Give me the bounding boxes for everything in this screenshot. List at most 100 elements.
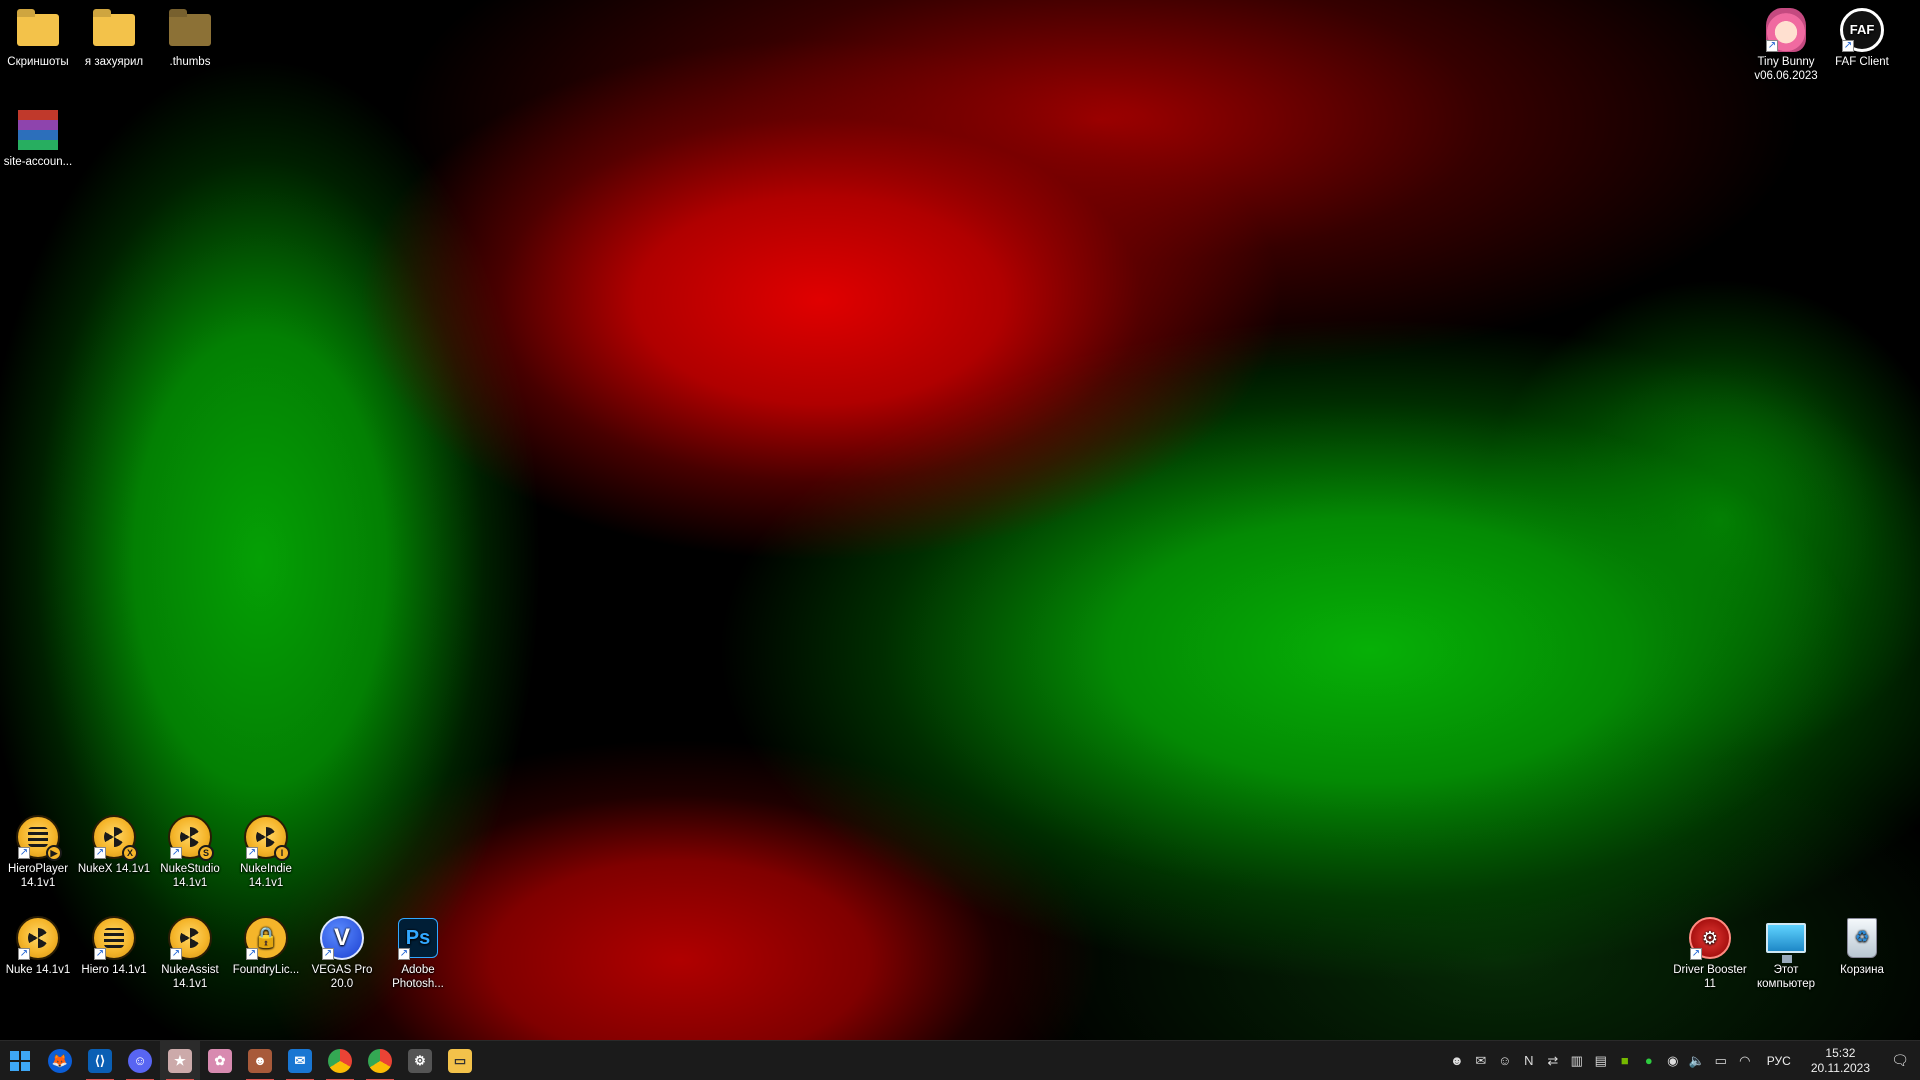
monitor-icon bbox=[1764, 916, 1808, 963]
icon-label: я захуярил bbox=[84, 56, 144, 68]
desktop-icon-vegas[interactable]: V ↗ VEGAS Pro 20.0 bbox=[304, 916, 380, 991]
shortcut-arrow-icon: ↗ bbox=[170, 948, 182, 960]
shortcut-arrow-icon: ↗ bbox=[170, 847, 182, 859]
desktop-icon-nukex[interactable]: X ↗ NukeX 14.1v1 bbox=[76, 815, 152, 876]
start-button[interactable] bbox=[0, 1041, 40, 1080]
tray-meter-icon[interactable]: ▥ bbox=[1565, 1041, 1589, 1080]
desktop-icon-faf-client[interactable]: FAF ↗ FAF Client bbox=[1824, 8, 1900, 69]
windows-start-icon bbox=[10, 1050, 30, 1071]
icon-label: Этот компьютер bbox=[1757, 964, 1815, 990]
shortcut-arrow-icon: ↗ bbox=[246, 948, 258, 960]
desktop-icon-this-pc[interactable]: Этот компьютер bbox=[1748, 916, 1824, 991]
taskbar-settings[interactable]: ⚙ bbox=[400, 1041, 440, 1080]
taskbar-discord[interactable]: ☺ bbox=[120, 1041, 160, 1080]
desktop-icon-hieroplayer[interactable]: ▶ ↗ HieroPlayer 14.1v1 bbox=[0, 815, 76, 890]
hieroplayer-icon: ▶ ↗ bbox=[16, 815, 62, 861]
taskbar-chrome-2[interactable] bbox=[360, 1041, 400, 1080]
icon-label: NukeStudio 14.1v1 bbox=[160, 863, 220, 889]
icon-label: Adobe Photosh... bbox=[392, 964, 444, 990]
shortcut-arrow-icon: ↗ bbox=[1766, 40, 1778, 52]
game-icon-2: ✿ bbox=[208, 1048, 232, 1073]
system-tray: ☻ ✉ ☺ N ⇄ ▥ ▤ ■ ● ◉ 🔈 ▭ ◠ РУС 15:32 20.1… bbox=[1445, 1041, 1920, 1080]
chrome-icon bbox=[328, 1048, 352, 1073]
clock-date: 20.11.2023 bbox=[1810, 1060, 1870, 1075]
winrar-archive-icon bbox=[16, 108, 60, 152]
shortcut-arrow-icon: ↗ bbox=[1690, 948, 1702, 960]
desktop-icon-ya-zakhuyaril[interactable]: я захуярил bbox=[76, 8, 152, 69]
icon-label: Корзина bbox=[1840, 964, 1884, 976]
icon-label: Скриншоты bbox=[7, 56, 69, 68]
icon-label: Hiero 14.1v1 bbox=[81, 964, 147, 976]
shortcut-arrow-icon: ↗ bbox=[398, 948, 410, 960]
desktop-icon-photoshop[interactable]: Ps ↗ Adobe Photosh... bbox=[380, 916, 456, 991]
tray-outlook-icon[interactable]: ✉ bbox=[1469, 1041, 1493, 1080]
driver-booster-icon: ⚙ ↗ bbox=[1688, 916, 1732, 960]
desktop-icon-screenshots[interactable]: Скриншоты bbox=[0, 8, 76, 69]
icon-label: site-accoun... bbox=[3, 156, 73, 168]
shortcut-arrow-icon: ↗ bbox=[18, 948, 30, 960]
photoshop-icon: Ps ↗ bbox=[396, 916, 440, 960]
shortcut-arrow-icon: ↗ bbox=[94, 948, 106, 960]
desktop-icon-nukeassist[interactable]: ↗ NukeAssist 14.1v1 bbox=[152, 916, 228, 991]
desktop-icon-site-account[interactable]: site-accoun... bbox=[0, 108, 76, 169]
notification-center-icon[interactable]: 🗨 bbox=[1880, 1041, 1920, 1080]
tray-game-icon[interactable]: ☻ bbox=[1445, 1041, 1469, 1080]
taskbar-game-3[interactable]: ☻ bbox=[240, 1041, 280, 1080]
anime-girl-icon: ↗ bbox=[1764, 8, 1808, 52]
desktop-icon-hiero[interactable]: ↗ Hiero 14.1v1 bbox=[76, 916, 152, 977]
taskbar-game-1[interactable]: ★ bbox=[160, 1040, 200, 1080]
icon-label: NukeX 14.1v1 bbox=[77, 863, 151, 875]
icon-label: FAF Client bbox=[1835, 56, 1889, 68]
nukex-icon: X ↗ bbox=[92, 815, 138, 861]
tray-sync-icon[interactable]: ⇄ bbox=[1541, 1041, 1565, 1080]
desktop-icon-tiny-bunny[interactable]: ↗ Tiny Bunny v06.06.2023 bbox=[1748, 8, 1824, 83]
taskbar: 🦊 ⟨⟩ ☺ ★ ✿ ☻ ✉ ⚙ ▭ ☻ ✉ ☺ N ⇄ ▥ ▤ ■ ● ◉ 🔈… bbox=[0, 1040, 1920, 1080]
tray-nvidia-icon[interactable]: ■ bbox=[1613, 1041, 1637, 1080]
desktop-icon-nukeindie[interactable]: I ↗ NukeIndie 14.1v1 bbox=[228, 815, 304, 890]
taskbar-file-explorer[interactable]: ▭ bbox=[440, 1041, 480, 1080]
desktop-icon-driver-booster[interactable]: ⚙ ↗ Driver Booster 11 bbox=[1672, 916, 1748, 991]
icon-label: Tiny Bunny v06.06.2023 bbox=[1754, 56, 1818, 82]
clock[interactable]: 15:32 20.11.2023 bbox=[1801, 1046, 1880, 1076]
game-icon-3: ☻ bbox=[248, 1048, 272, 1073]
icon-label: NukeIndie 14.1v1 bbox=[240, 863, 292, 889]
nukeindie-icon: I ↗ bbox=[244, 815, 290, 861]
language-indicator[interactable]: РУС bbox=[1757, 1054, 1801, 1068]
tray-volume-icon[interactable]: 🔈 bbox=[1685, 1041, 1709, 1080]
desktop-icon-nuke[interactable]: ↗ Nuke 14.1v1 bbox=[0, 916, 76, 977]
desktop-icon-nukestudio[interactable]: S ↗ NukeStudio 14.1v1 bbox=[152, 815, 228, 890]
folder-icon bbox=[16, 8, 60, 52]
shortcut-arrow-icon: ↗ bbox=[1842, 40, 1854, 52]
shortcut-arrow-icon: ↗ bbox=[322, 948, 334, 960]
tray-battery-icon[interactable]: ▭ bbox=[1709, 1041, 1733, 1080]
desktop-icon-thumbs[interactable]: .thumbs bbox=[152, 8, 228, 69]
tray-steam-icon[interactable]: ◉ bbox=[1661, 1041, 1685, 1080]
hiero-icon: ↗ bbox=[92, 916, 136, 960]
nukestudio-icon: S ↗ bbox=[168, 815, 214, 861]
taskbar-vscode[interactable]: ⟨⟩ bbox=[80, 1041, 120, 1080]
settings-icon: ⚙ bbox=[408, 1048, 432, 1073]
tray-card-icon[interactable]: ▤ bbox=[1589, 1041, 1613, 1080]
shortcut-arrow-icon: ↗ bbox=[18, 847, 30, 859]
desktop-icon-recycle-bin[interactable]: ♻ Корзина bbox=[1824, 916, 1900, 977]
desktop-icon-foundrylic[interactable]: 🔒 ↗ FoundryLic... bbox=[228, 916, 304, 977]
tray-green-circle-icon[interactable]: ● bbox=[1637, 1041, 1661, 1080]
icon-label: NukeAssist 14.1v1 bbox=[161, 964, 219, 990]
icon-label: FoundryLic... bbox=[232, 964, 300, 976]
taskbar-outlook[interactable]: ✉ bbox=[280, 1041, 320, 1080]
tray-nu-icon[interactable]: N bbox=[1517, 1041, 1541, 1080]
faf-logo-icon: FAF ↗ bbox=[1840, 8, 1884, 52]
tray-wifi-icon[interactable]: ◠ bbox=[1733, 1041, 1757, 1080]
chrome-icon-2 bbox=[368, 1048, 392, 1073]
recycle-bin-icon: ♻ bbox=[1840, 916, 1884, 960]
vscode-icon: ⟨⟩ bbox=[88, 1048, 112, 1073]
shortcut-arrow-icon: ↗ bbox=[94, 847, 106, 859]
taskbar-chrome[interactable] bbox=[320, 1041, 360, 1080]
folder-icon bbox=[92, 8, 136, 52]
icon-label: .thumbs bbox=[169, 56, 211, 68]
vegas-icon: V ↗ bbox=[320, 916, 364, 960]
tray-discord-icon[interactable]: ☺ bbox=[1493, 1041, 1517, 1080]
taskbar-firefox[interactable]: 🦊 bbox=[40, 1041, 80, 1080]
taskbar-game-2[interactable]: ✿ bbox=[200, 1041, 240, 1080]
file-explorer-icon: ▭ bbox=[448, 1048, 472, 1073]
